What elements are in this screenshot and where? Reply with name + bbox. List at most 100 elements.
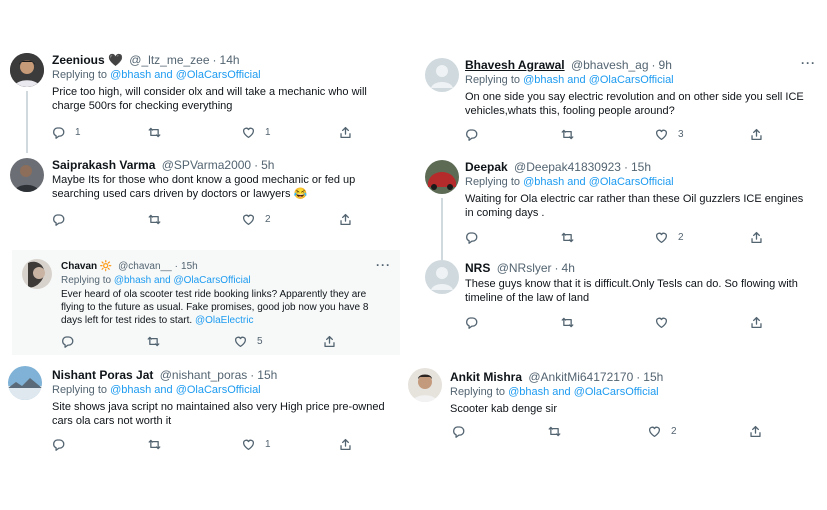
- avatar[interactable]: [8, 366, 42, 400]
- reply-button[interactable]: [465, 127, 488, 141]
- retweet-button[interactable]: [561, 230, 584, 244]
- retweet-button[interactable]: [561, 127, 584, 141]
- mention-link[interactable]: @bhash and @OlaCarsOfficial: [523, 176, 674, 188]
- author-name[interactable]: Zeenious 🖤: [52, 53, 123, 67]
- timestamp[interactable]: 5h: [261, 158, 274, 172]
- tweet-nishant[interactable]: Nishant Poras Jat @nishant_poras · 15h Rep…: [0, 360, 400, 455]
- avatar[interactable]: [425, 160, 459, 194]
- timestamp[interactable]: 9h: [659, 58, 672, 72]
- retweet-icon: [147, 335, 160, 348]
- reply-icon: [452, 425, 465, 438]
- author-handle[interactable]: @bhavesh_ag: [571, 58, 649, 72]
- avatar[interactable]: [10, 53, 44, 87]
- share-button[interactable]: [339, 125, 352, 139]
- reply-button[interactable]: [52, 212, 75, 226]
- timestamp[interactable]: 4h: [562, 261, 575, 275]
- reply-button[interactable]: 1: [52, 125, 81, 139]
- tweet-deepak[interactable]: Deepak @Deepak41830923 · 15h Replying to @…: [418, 152, 818, 260]
- timestamp[interactable]: 14h: [220, 53, 240, 67]
- mention-link[interactable]: @bhash and @OlaCarsOfficial: [523, 74, 674, 86]
- avatar[interactable]: [425, 260, 459, 294]
- retweet-button[interactable]: [148, 437, 171, 451]
- author-handle[interactable]: @chavan__: [118, 261, 172, 272]
- share-button[interactable]: [750, 315, 763, 329]
- tweet-nrs[interactable]: NRS @NRslyer · 4h These guys know that it …: [418, 252, 818, 337]
- share-button[interactable]: [339, 437, 352, 451]
- reply-button[interactable]: [465, 230, 488, 244]
- like-count: 2: [265, 213, 271, 225]
- like-count: 1: [265, 438, 271, 450]
- author-handle[interactable]: @AnkitMi64172170: [528, 370, 633, 384]
- retweet-button[interactable]: [147, 334, 170, 348]
- author-name[interactable]: Deepak: [465, 160, 508, 174]
- like-icon: [242, 438, 255, 451]
- separator: ·: [250, 368, 255, 382]
- tweet-saiprakash[interactable]: Saiprakash Varma @SPVarma2000 · 5h Maybe I…: [0, 150, 400, 245]
- like-button[interactable]: 2: [655, 230, 684, 244]
- avatar[interactable]: [408, 368, 442, 402]
- tweet-text: Price too high, will consider olx and wi…: [52, 86, 367, 112]
- like-button[interactable]: [655, 315, 678, 329]
- timestamp[interactable]: 15h: [181, 261, 198, 272]
- author-handle[interactable]: @SPVarma2000: [162, 158, 251, 172]
- reply-icon: [465, 128, 478, 141]
- mention-link[interactable]: @bhash and @OlaCarsOfficial: [508, 386, 659, 398]
- mention-link[interactable]: @OlaElectric: [195, 315, 254, 326]
- author-name[interactable]: Bhavesh Agrawal: [465, 58, 565, 72]
- tweet-zeenious[interactable]: Zeenious 🖤 @_ltz_me_zee · 14h Replying to …: [0, 45, 400, 153]
- author-name[interactable]: Nishant Poras Jat: [52, 368, 153, 382]
- more-button[interactable]: ···: [801, 56, 816, 70]
- author-handle[interactable]: @_ltz_me_zee: [129, 53, 209, 67]
- more-button[interactable]: ···: [376, 258, 391, 272]
- avatar[interactable]: [425, 58, 459, 92]
- like-button[interactable]: 2: [648, 424, 677, 438]
- author-handle[interactable]: @nishant_poras: [160, 368, 248, 382]
- like-icon: [242, 126, 255, 139]
- share-button[interactable]: [323, 334, 336, 348]
- tweet-bhavesh[interactable]: Bhavesh Agrawal @bhavesh_ag · 9h ··· Reply…: [418, 50, 818, 148]
- author-name[interactable]: Chavan 🔆: [61, 261, 112, 272]
- like-button[interactable]: 1: [242, 437, 271, 451]
- reply-icon: [52, 213, 65, 226]
- author-name[interactable]: Saiprakash Varma: [52, 158, 155, 172]
- timestamp[interactable]: 15h: [631, 160, 651, 174]
- reply-button[interactable]: [452, 424, 475, 438]
- author-handle[interactable]: @NRslyer: [497, 261, 552, 275]
- like-icon: [655, 231, 668, 244]
- retweet-button[interactable]: [548, 424, 571, 438]
- retweet-button[interactable]: [148, 212, 171, 226]
- avatar[interactable]: [10, 158, 44, 192]
- retweet-icon: [561, 231, 574, 244]
- tweet-text: These guys know that it is difficult.Onl…: [465, 278, 798, 304]
- mention-link[interactable]: @bhash and @OlaCarsOfficial: [110, 69, 261, 81]
- reply-button[interactable]: [61, 334, 84, 348]
- tweet-chavan[interactable]: Chavan 🔆 @chavan__ · 15h ··· Replying to @…: [12, 250, 400, 355]
- separator: ·: [174, 261, 179, 272]
- share-button[interactable]: [339, 212, 352, 226]
- like-count: 2: [671, 425, 677, 437]
- retweet-button[interactable]: [148, 125, 171, 139]
- tweet-ankit[interactable]: Ankit Mishra @AnkitMi64172170 · 15h Replyi…: [400, 362, 820, 447]
- mention-link[interactable]: @bhash and @OlaCarsOfficial: [110, 384, 261, 396]
- reply-icon: [465, 316, 478, 329]
- reply-button[interactable]: [52, 437, 75, 451]
- like-count: 1: [265, 126, 271, 138]
- like-button[interactable]: 3: [655, 127, 684, 141]
- timestamp[interactable]: 15h: [643, 370, 663, 384]
- share-icon: [750, 128, 763, 141]
- timestamp[interactable]: 15h: [257, 368, 277, 382]
- retweet-button[interactable]: [561, 315, 584, 329]
- like-button[interactable]: 1: [242, 125, 271, 139]
- reply-button[interactable]: [465, 315, 488, 329]
- share-button[interactable]: [749, 424, 762, 438]
- share-button[interactable]: [750, 230, 763, 244]
- author-handle[interactable]: @Deepak41830923: [514, 160, 621, 174]
- author-name[interactable]: NRS: [465, 261, 490, 275]
- avatar[interactable]: [22, 259, 52, 289]
- share-button[interactable]: [750, 127, 763, 141]
- like-button[interactable]: 2: [242, 212, 271, 226]
- like-button[interactable]: 5: [234, 334, 263, 348]
- mention-link[interactable]: @bhash and @OlaCarsOfficial: [114, 275, 251, 286]
- replying-to-label: Replying to: [450, 386, 509, 398]
- author-name[interactable]: Ankit Mishra: [450, 370, 522, 384]
